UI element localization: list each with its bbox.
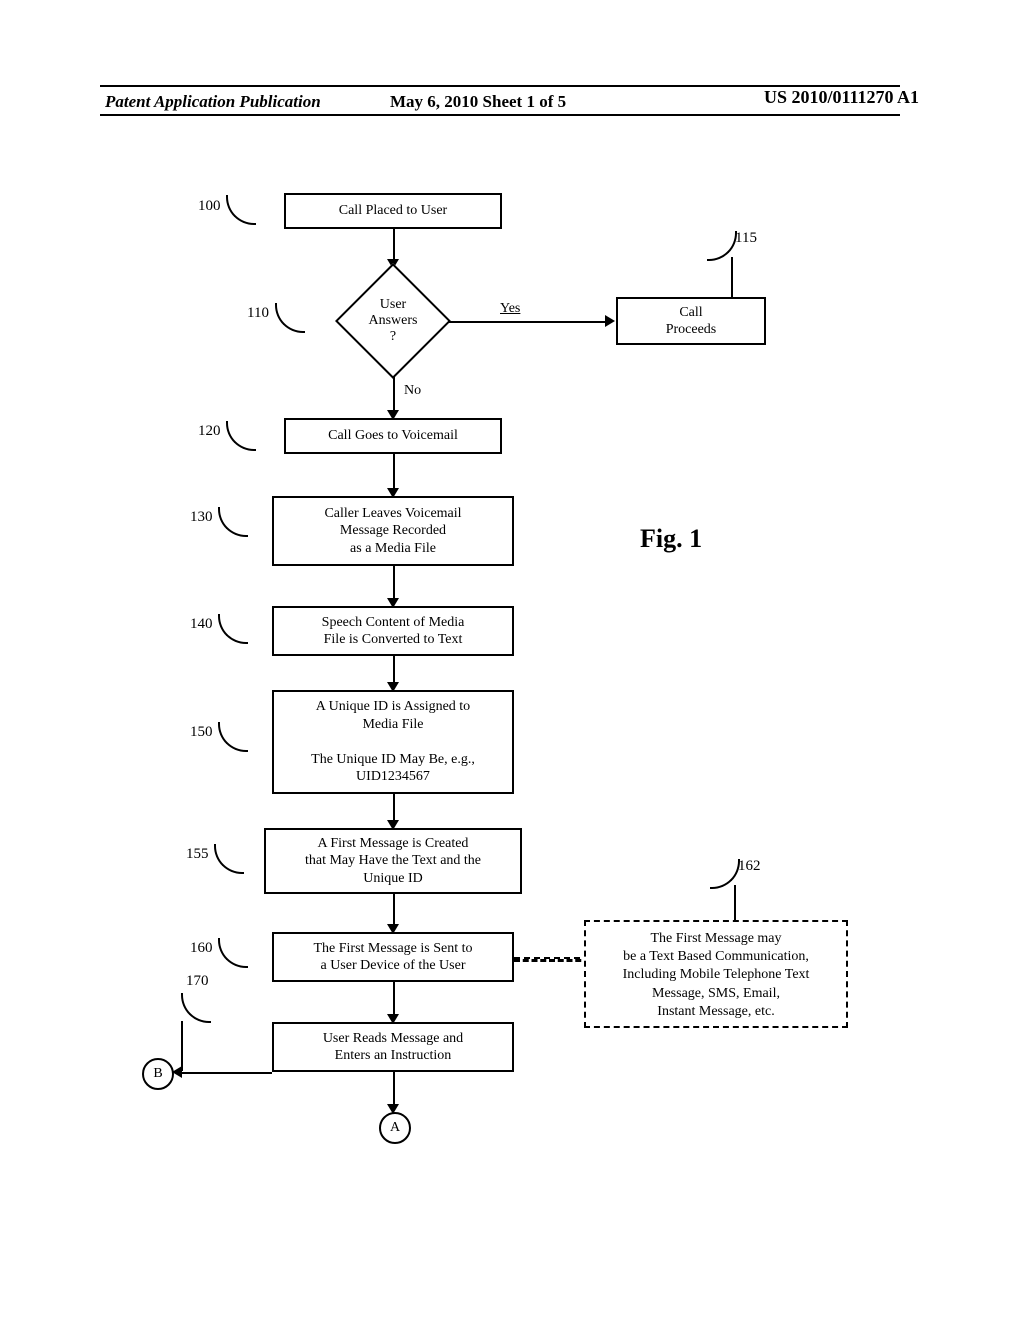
ref-leader-120 bbox=[226, 421, 256, 451]
figure-label: Fig. 1 bbox=[640, 524, 702, 554]
arrow-130-140 bbox=[393, 566, 395, 602]
ref-leader-130 bbox=[218, 507, 248, 537]
ref-100: 100 bbox=[198, 198, 221, 215]
step-150: A Unique ID is Assigned to Media File Th… bbox=[272, 690, 514, 794]
label-yes: Yes bbox=[500, 300, 520, 318]
arrow-160-170 bbox=[393, 982, 395, 1018]
step-100: Call Placed to User bbox=[284, 193, 502, 229]
note-162: The First Message may be a Text Based Co… bbox=[584, 920, 848, 1028]
arrow-110-115 bbox=[448, 321, 608, 323]
header-rule-bottom bbox=[100, 114, 900, 116]
ref-line-115 bbox=[731, 257, 733, 297]
ref-leader-110 bbox=[275, 303, 305, 333]
ref-leader-155 bbox=[214, 844, 244, 874]
ref-leader-100 bbox=[226, 195, 256, 225]
ref-115: 115 bbox=[735, 230, 757, 247]
page: Patent Application Publication May 6, 20… bbox=[0, 0, 1024, 1320]
connector-B: B bbox=[142, 1058, 174, 1090]
label-no: No bbox=[404, 382, 421, 400]
ref-120: 120 bbox=[198, 423, 221, 440]
arrow-100-110 bbox=[393, 229, 395, 262]
connector-A: A bbox=[379, 1112, 411, 1144]
ref-130: 130 bbox=[190, 509, 213, 526]
step-170: User Reads Message and Enters an Instruc… bbox=[272, 1022, 514, 1072]
header-mid: May 6, 2010 Sheet 1 of 5 bbox=[390, 92, 566, 112]
header-left: Patent Application Publication bbox=[105, 92, 321, 112]
header-right: US 2010/0111270 A1 bbox=[764, 87, 919, 108]
dashed-160-162 bbox=[514, 957, 590, 962]
arrow-170-A bbox=[393, 1072, 395, 1108]
arrow-155-160 bbox=[393, 894, 395, 928]
arrow-110-120 bbox=[393, 376, 395, 414]
ref-leader-140 bbox=[218, 614, 248, 644]
ref-line-162 bbox=[734, 885, 736, 920]
diamond-label: User Answers ? bbox=[338, 297, 448, 345]
ref-170: 170 bbox=[186, 973, 209, 990]
arrowhead-110-115 bbox=[605, 315, 615, 327]
ref-150: 150 bbox=[190, 724, 213, 741]
ref-110: 110 bbox=[247, 305, 269, 322]
step-120: Call Goes to Voicemail bbox=[284, 418, 502, 454]
ref-160: 160 bbox=[190, 940, 213, 957]
step-115: Call Proceeds bbox=[616, 297, 766, 345]
decision-110: User Answers ? bbox=[338, 266, 448, 376]
ref-162: 162 bbox=[738, 858, 761, 875]
line-170-B-h bbox=[181, 1072, 272, 1074]
step-140: Speech Content of Media File is Converte… bbox=[272, 606, 514, 656]
arrow-120-130 bbox=[393, 454, 395, 492]
ref-140: 140 bbox=[190, 616, 213, 633]
step-130: Caller Leaves Voicemail Message Recorded… bbox=[272, 496, 514, 566]
ref-leader-160 bbox=[218, 938, 248, 968]
ref-leader-170 bbox=[181, 993, 211, 1023]
step-155: A First Message is Created that May Have… bbox=[264, 828, 522, 894]
ref-line-170 bbox=[181, 1021, 183, 1071]
step-160: The First Message is Sent to a User Devi… bbox=[272, 932, 514, 982]
ref-155: 155 bbox=[186, 846, 209, 863]
ref-leader-150 bbox=[218, 722, 248, 752]
